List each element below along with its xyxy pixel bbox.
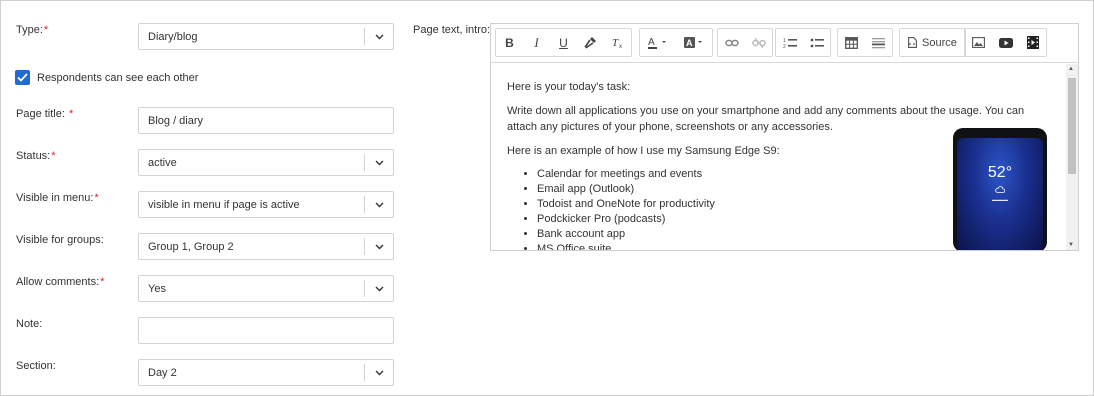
source-group: Source [899,28,966,57]
cloud-icon [995,185,1006,193]
media-group [964,28,1047,57]
scroll-up-icon[interactable]: ▲ [1068,66,1074,72]
chevron-down-icon[interactable] [365,150,393,175]
section-label: Section: [16,360,56,372]
list-group: 12 [775,28,831,57]
type-select[interactable]: Diary/blog [138,23,394,50]
scroll-down-icon[interactable]: ▼ [1068,242,1074,248]
editor-content[interactable]: Here is your today's task: Write down al… [491,64,1066,250]
clear-format-icon[interactable]: Tx [604,29,631,56]
italic-icon[interactable]: I [523,29,550,56]
format-painter-icon[interactable] [577,29,604,56]
visible-for-groups-select[interactable]: Group 1, Group 2 [138,233,394,260]
bold-icon[interactable]: B [496,29,523,56]
task-intro: Here is your today's task: [507,81,631,93]
unlink-icon[interactable] [745,29,772,56]
chevron-down-icon[interactable] [365,192,393,217]
underline-icon[interactable]: U [550,29,577,56]
table-icon[interactable] [838,29,865,56]
source-button[interactable]: Source [900,29,965,56]
allow-comments-value: Yes [148,283,166,295]
scrollbar-thumb[interactable] [1068,78,1076,174]
image-icon[interactable] [965,29,992,56]
allow-comments-label: Allow comments:* [16,276,105,288]
section-select[interactable]: Day 2 [138,359,394,386]
svg-text:x: x [619,44,622,49]
phone-image: 52° ▬▬▬▬ [953,128,1047,250]
visible-for-groups-label: Visible for groups: [16,234,104,246]
phone-location-text: ▬▬▬▬ [992,197,1008,202]
page-title-label: Page title: * [16,108,74,120]
status-select[interactable]: active [138,149,394,176]
visible-in-menu-select[interactable]: visible in menu if page is active [138,191,394,218]
type-value: Diary/blog [148,31,198,43]
svg-text:2: 2 [783,44,786,49]
svg-text:A: A [648,37,655,48]
page-title-value: Blog / diary [148,115,204,127]
video-icon[interactable] [1019,29,1046,56]
section-value: Day 2 [148,367,177,379]
chevron-down-icon[interactable] [365,360,393,385]
visible-in-menu-value: visible in menu if page is active [148,199,300,211]
rich-text-editor: B I U Tx A A 1 2 Source Here is your tod… [490,23,1079,251]
link-group [717,28,773,57]
status-label: Status:* [16,150,56,162]
status-value: active [148,157,177,169]
chevron-down-icon[interactable] [365,24,393,49]
table-group [837,28,893,57]
editor-toolbar: B I U Tx A A 1 2 Source [491,24,1078,63]
page-text-label: Page text, intro: * [413,24,498,36]
numbered-list-icon[interactable]: 12 [776,29,803,56]
format-group: B I U Tx [495,28,632,57]
phone-temperature: 52° [987,164,1013,181]
chevron-down-icon[interactable] [365,276,393,301]
source-label: Source [922,36,957,49]
page-frame: Type:* Diary/blog Respondents can see ea… [0,0,1094,396]
editor-scrollbar[interactable]: ▲ ▼ [1066,64,1078,250]
bullet-list-icon[interactable] [803,29,830,56]
type-label: Type:* [16,24,49,36]
background-color-icon[interactable]: A [676,29,712,56]
respondents-see-label: Respondents can see each other [37,72,199,84]
link-icon[interactable] [718,29,745,56]
youtube-icon[interactable] [992,29,1019,56]
note-input[interactable] [138,317,394,344]
allow-comments-select[interactable]: Yes [138,275,394,302]
color-group: A A [639,28,713,57]
svg-text:A: A [686,38,693,48]
visible-for-groups-value: Group 1, Group 2 [148,241,234,253]
respondents-see-checkbox[interactable] [15,70,30,85]
document-icon [908,37,917,48]
horizontal-line-icon[interactable] [865,29,892,56]
note-label: Note: [16,318,43,330]
svg-text:T: T [612,37,619,49]
visible-in-menu-label: Visible in menu:* [16,192,99,204]
chevron-down-icon[interactable] [365,234,393,259]
page-title-input[interactable]: Blog / diary [138,107,394,134]
text-color-icon[interactable]: A [640,29,676,56]
phone-screen: 52° ▬▬▬▬ [957,138,1043,250]
